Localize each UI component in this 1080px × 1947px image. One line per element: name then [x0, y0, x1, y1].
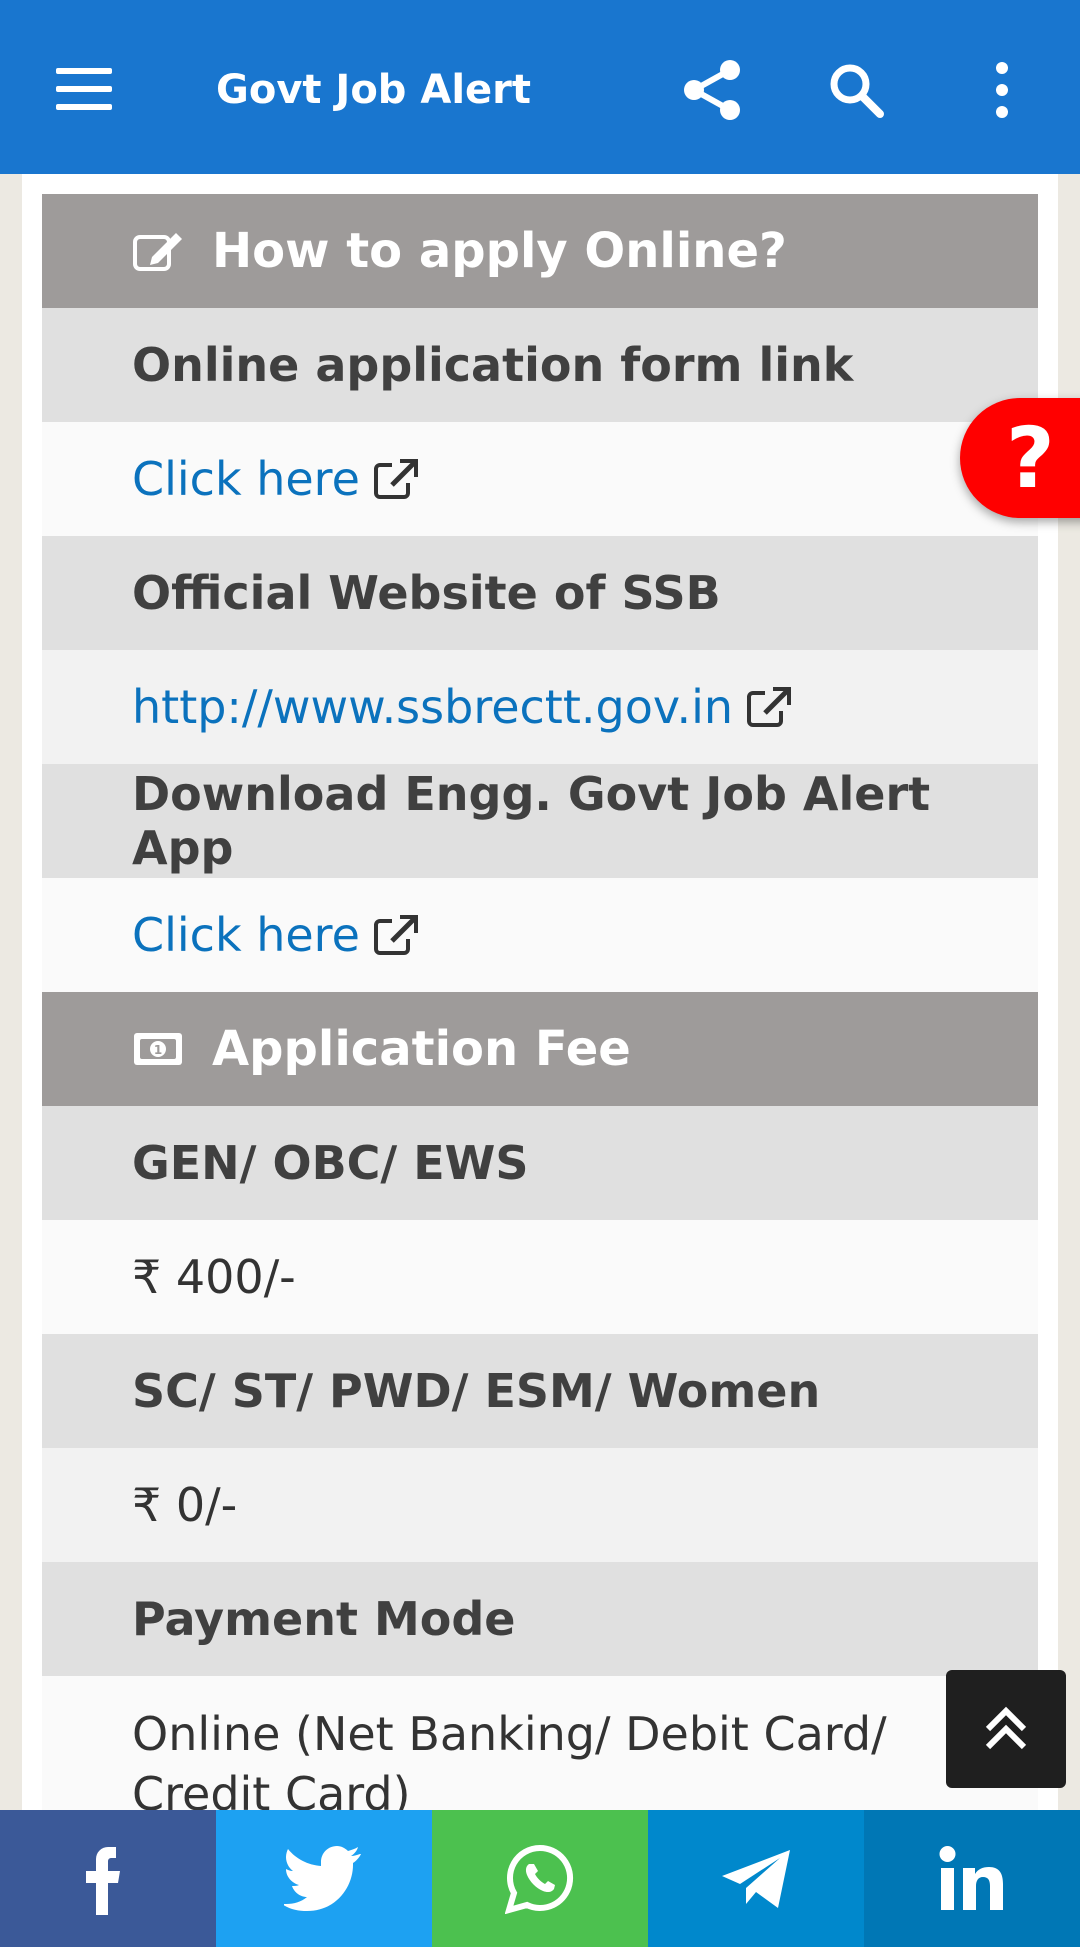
label-text: Official Website of SSB	[132, 566, 721, 620]
twitter-icon	[284, 1845, 361, 1911]
telegram-share-button[interactable]	[648, 1810, 864, 1947]
row-value: ₹ 0/-	[42, 1448, 1038, 1562]
row-value: Click here	[42, 422, 1038, 536]
facebook-icon	[86, 1846, 120, 1915]
section-title: Application Fee	[212, 1021, 631, 1077]
app-title: Govt Job Alert	[216, 67, 531, 113]
row-label: GEN/ OBC/ EWS	[42, 1106, 1038, 1220]
search-icon[interactable]	[816, 50, 896, 130]
section-header-application-fee: 1 Application Fee	[42, 992, 1038, 1106]
linkedin-icon	[939, 1845, 1003, 1910]
svg-text:1: 1	[154, 1043, 162, 1057]
linkedin-share-button[interactable]	[864, 1810, 1080, 1947]
facebook-share-button[interactable]	[0, 1810, 216, 1947]
whatsapp-share-button[interactable]	[432, 1810, 648, 1947]
section-header-apply-online: How to apply Online?	[42, 194, 1038, 308]
fee-value: ₹ 400/-	[132, 1250, 296, 1304]
label-text: Online application form link	[132, 338, 854, 392]
external-link-icon	[747, 687, 792, 727]
row-label: Official Website of SSB	[42, 536, 1038, 650]
row-value: ₹ 400/-	[42, 1220, 1038, 1334]
label-text: SC/ ST/ PWD/ ESM/ Women	[132, 1364, 821, 1418]
fee-value: ₹ 0/-	[132, 1478, 238, 1532]
row-label: SC/ ST/ PWD/ ESM/ Women	[42, 1334, 1038, 1448]
row-label: Payment Mode	[42, 1562, 1038, 1676]
section-title: How to apply Online?	[212, 223, 787, 279]
link-text: http://www.ssbrectt.gov.in	[132, 680, 734, 734]
row-value: Online (Net Banking/ Debit Card/ Credit …	[42, 1676, 1038, 1816]
content-page: How to apply Online? Online application …	[22, 174, 1058, 1816]
official-website-link[interactable]: http://www.ssbrectt.gov.in	[132, 680, 793, 734]
external-link-icon	[373, 459, 418, 499]
money-bill-icon: 1	[132, 1027, 184, 1071]
payment-mode-value: Online (Net Banking/ Debit Card/ Credit …	[132, 1707, 887, 1816]
help-button[interactable]: ?	[960, 398, 1080, 518]
application-form-link[interactable]: Click here	[132, 452, 420, 506]
whatsapp-icon	[505, 1844, 573, 1914]
download-app-link[interactable]: Click here	[132, 908, 420, 962]
app-bar: Govt Job Alert	[0, 0, 1080, 174]
external-link-icon	[373, 915, 418, 955]
details-table: How to apply Online? Online application …	[42, 194, 1038, 1816]
twitter-share-button[interactable]	[216, 1810, 432, 1947]
label-text: GEN/ OBC/ EWS	[132, 1136, 529, 1190]
link-text: Click here	[132, 452, 360, 506]
hamburger-menu-icon[interactable]	[46, 60, 118, 120]
link-text: Click here	[132, 908, 360, 962]
row-value: Click here	[42, 878, 1038, 992]
help-label: ?	[1006, 409, 1055, 507]
label-text: Payment Mode	[132, 1592, 516, 1646]
row-label: Online application form link	[42, 308, 1038, 422]
row-label: Download Engg. Govt Job Alert App	[42, 764, 1038, 878]
double-chevron-up-icon	[985, 1706, 1027, 1750]
social-share-bar	[0, 1810, 1080, 1947]
more-vertical-icon[interactable]	[962, 50, 1042, 130]
label-text: Download Engg. Govt Job Alert App	[132, 767, 931, 875]
telegram-icon	[722, 1849, 790, 1908]
back-to-top-button[interactable]	[946, 1670, 1066, 1788]
row-value: http://www.ssbrectt.gov.in	[42, 650, 1038, 764]
edit-icon	[132, 229, 184, 273]
share-icon[interactable]	[674, 50, 754, 130]
